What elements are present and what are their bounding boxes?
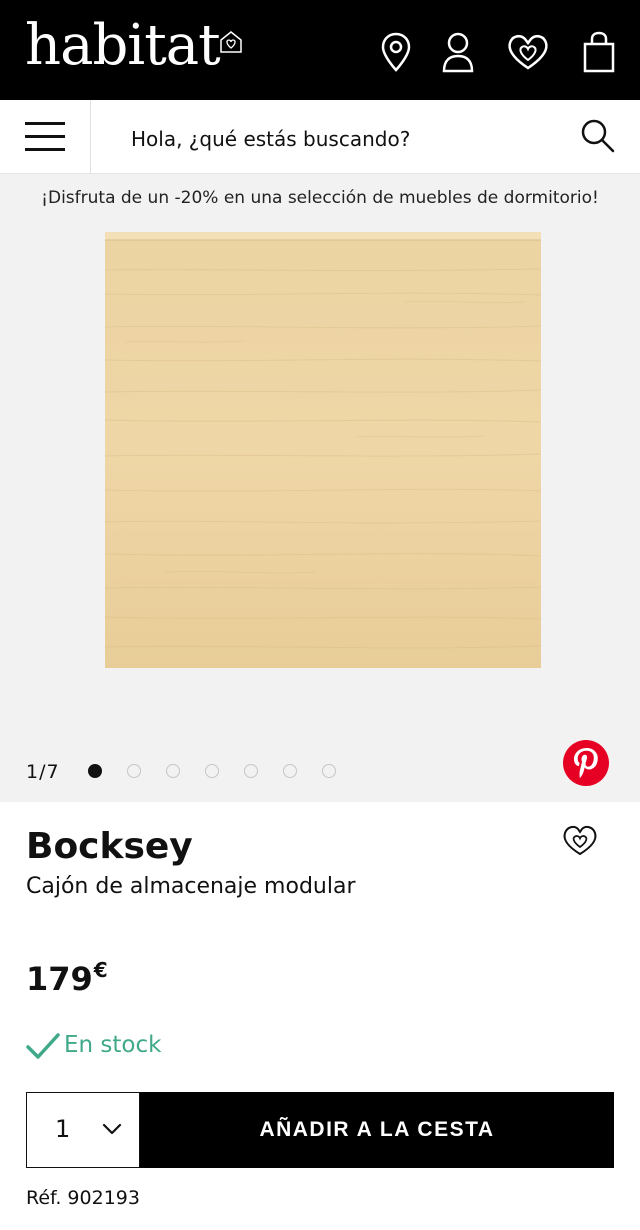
account-icon[interactable] xyxy=(439,30,477,74)
product-price: 179€ xyxy=(26,958,108,998)
promo-banner[interactable]: ¡Disfruta de un -20% en una selección de… xyxy=(0,188,640,208)
chevron-down-icon xyxy=(102,1123,122,1135)
gallery-dot[interactable] xyxy=(127,764,141,778)
location-pin-icon[interactable] xyxy=(377,30,415,74)
shopping-bag-icon[interactable] xyxy=(580,30,618,74)
product-title: Bocksey xyxy=(26,826,193,867)
pinterest-icon[interactable] xyxy=(562,739,610,787)
menu-divider xyxy=(90,100,91,174)
image-counter: 1/7 xyxy=(26,761,60,783)
wishlist-heart-icon[interactable] xyxy=(505,30,551,74)
gallery-dot[interactable] xyxy=(283,764,297,778)
checkmark-icon xyxy=(26,1033,60,1059)
add-to-wishlist-icon[interactable] xyxy=(560,820,600,860)
search-input[interactable]: Hola, ¿qué estás buscando? xyxy=(131,127,410,151)
gallery-dot[interactable] xyxy=(205,764,219,778)
heart-house-icon xyxy=(220,31,242,53)
product-description: Cajón de almacenaje modular xyxy=(26,874,356,899)
add-to-cart-button[interactable]: AÑADIR A LA CESTA xyxy=(140,1092,614,1168)
product-reference: Réf. 902193 xyxy=(26,1187,140,1209)
habitat-logo[interactable]: habitat xyxy=(25,18,221,74)
search-icon[interactable] xyxy=(580,118,616,154)
product-image[interactable] xyxy=(105,232,541,668)
top-header: habitat xyxy=(0,0,640,100)
search-bar: Hola, ¿qué estás buscando? xyxy=(0,100,640,174)
gallery-dot[interactable] xyxy=(322,764,336,778)
product-gallery: ¡Disfruta de un -20% en una selección de… xyxy=(0,174,640,802)
stock-text: En stock xyxy=(64,1032,162,1058)
quantity-value: 1 xyxy=(55,1115,71,1143)
gallery-dot[interactable] xyxy=(166,764,180,778)
quantity-select[interactable]: 1 xyxy=(26,1092,140,1168)
price-amount: 179 xyxy=(26,960,93,998)
product-details: Bocksey Cajón de almacenaje modular 179€… xyxy=(0,802,640,1230)
hamburger-menu-icon[interactable] xyxy=(25,118,65,154)
gallery-dot[interactable] xyxy=(88,764,102,778)
gallery-dot[interactable] xyxy=(244,764,258,778)
price-currency: € xyxy=(93,958,108,982)
